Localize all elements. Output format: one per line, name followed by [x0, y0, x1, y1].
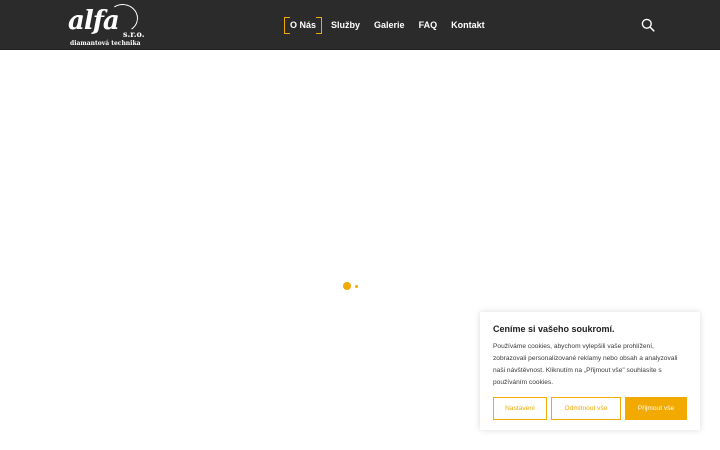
logo-subtitle: diamantová technika: [70, 40, 141, 47]
site-header: alfa s.r.o. diamantová technika O Nás Sl…: [0, 0, 720, 50]
logo[interactable]: alfa s.r.o. diamantová technika: [68, 1, 148, 47]
nav-item-faq[interactable]: FAQ: [414, 17, 443, 33]
nav-item-sluzby[interactable]: Služby: [326, 17, 365, 33]
nav-item-o-nas[interactable]: O Nás: [284, 17, 323, 34]
loader-dot-large: [343, 282, 351, 290]
logo-main-text: alfa: [68, 6, 120, 36]
nav-item-kontakt[interactable]: Kontakt: [446, 17, 490, 33]
cookie-settings-button[interactable]: Nastavení: [493, 397, 547, 420]
search-button[interactable]: [641, 18, 655, 32]
nav-item-galerie[interactable]: Galerie: [369, 17, 410, 33]
cookie-description: Používáme cookies, abychom vylepšili vaš…: [493, 343, 678, 386]
main-nav: O Nás Služby Galerie FAQ Kontakt: [284, 16, 490, 34]
cookie-accept-button[interactable]: Přijmout vše: [625, 397, 687, 420]
search-icon: [641, 18, 655, 32]
cookie-actions: Nastavení Odmítnout vše Přijmout vše: [493, 397, 687, 420]
logo-suffix: s.r.o.: [123, 29, 145, 39]
cookie-reject-button[interactable]: Odmítnout vše: [551, 397, 621, 420]
cookie-consent-panel: Ceníme si vašeho soukromí. Používáme coo…: [480, 312, 700, 430]
loading-indicator: [343, 282, 363, 290]
cookie-title: Ceníme si vašeho soukromí.: [493, 324, 615, 334]
loader-dot-small: [355, 285, 358, 288]
